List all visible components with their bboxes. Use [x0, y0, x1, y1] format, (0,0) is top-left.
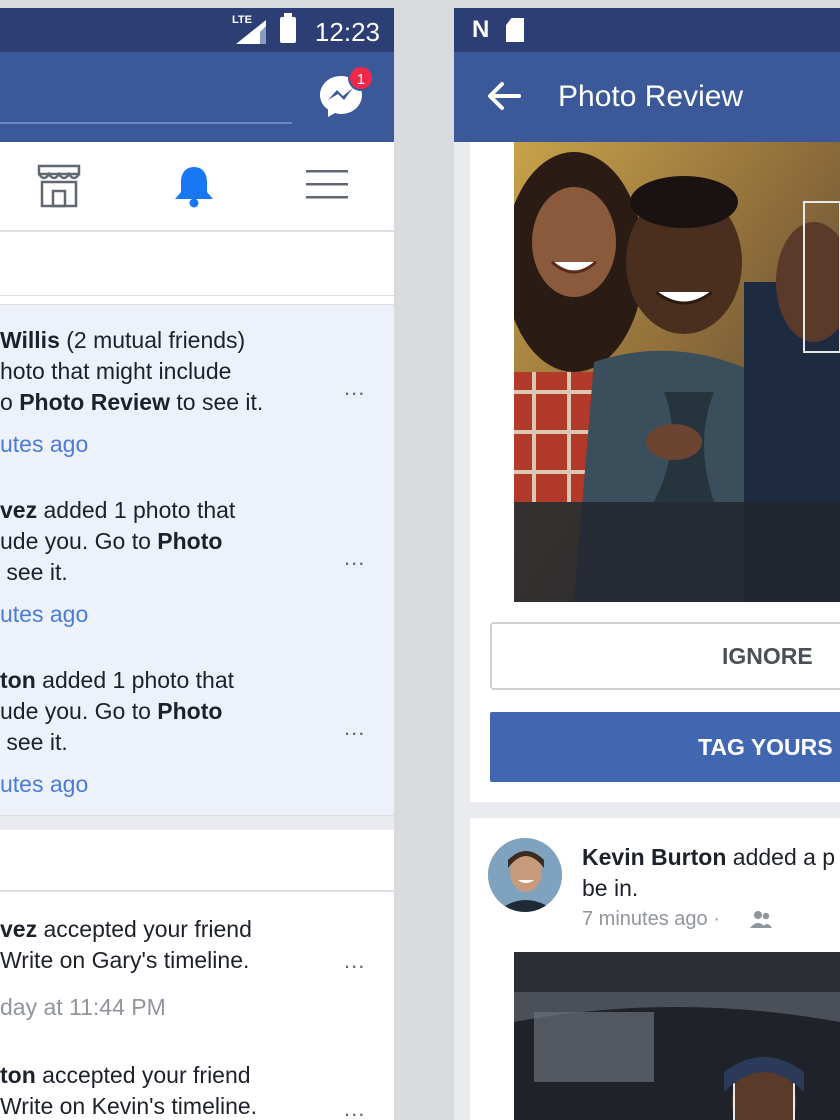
- notification-text: ude you. Go to Photo: [0, 698, 223, 724]
- menu-icon[interactable]: [306, 164, 348, 204]
- notification-time: utes ago: [0, 431, 89, 457]
- group-photo-image: [514, 142, 840, 602]
- avatar[interactable]: [488, 838, 562, 912]
- photo-review-screen: N Photo Review IGNORE TAG YOURS Kevin Bu…: [454, 8, 840, 1120]
- post-photo[interactable]: [514, 952, 840, 1120]
- more-options-icon[interactable]: ...: [344, 545, 365, 571]
- marketplace-icon[interactable]: [36, 164, 82, 208]
- unread-notifications: Willis (2 mutual friends) hoto that migh…: [0, 304, 394, 816]
- page-title: Photo Review: [558, 80, 744, 113]
- signal-icon: [236, 20, 266, 44]
- app-bar: Photo Review: [454, 52, 840, 142]
- tag-yourself-button[interactable]: TAG YOURS: [490, 712, 840, 782]
- status-bar: N: [454, 8, 840, 52]
- earlier-notifications: vez accepted your friend Write on Gary's…: [0, 830, 394, 1120]
- tagged-photo[interactable]: [514, 142, 840, 602]
- notification-text: ude you. Go to Photo: [0, 528, 223, 554]
- photo-review-card: IGNORE TAG YOURS: [470, 142, 840, 802]
- notification-text: vez accepted your friend: [0, 916, 252, 942]
- notification-text: see it.: [0, 729, 68, 755]
- bell-icon[interactable]: [172, 164, 216, 208]
- post-time: 7 minutes ago ·: [582, 908, 720, 930]
- battery-icon: [280, 13, 296, 43]
- notification-item[interactable]: vez accepted your friend Write on Gary's…: [0, 892, 394, 1032]
- notification-text: ton accepted your friend: [0, 1062, 251, 1088]
- notification-time: day at 11:44 PM: [0, 994, 166, 1020]
- more-options-icon[interactable]: ...: [344, 375, 365, 401]
- status-time: 12:23: [314, 17, 380, 47]
- status-bar: LTE 12:23: [0, 8, 394, 52]
- more-options-icon[interactable]: ...: [344, 715, 365, 741]
- app-bar: 1: [0, 52, 394, 142]
- notification-time: utes ago: [0, 771, 89, 797]
- notification-item[interactable]: Willis (2 mutual friends) hoto that migh…: [0, 305, 394, 475]
- notification-text: vez added 1 photo that: [0, 497, 236, 523]
- notification-text: ton added 1 photo that: [0, 667, 234, 693]
- notification-item[interactable]: vez added 1 photo that ude you. Go to Ph…: [0, 475, 394, 645]
- section-header: [0, 232, 394, 296]
- messenger-badge: 1: [348, 65, 374, 91]
- tab-bar: [0, 142, 394, 232]
- back-arrow-icon[interactable]: [486, 78, 522, 114]
- ignore-button[interactable]: IGNORE: [490, 622, 840, 690]
- notification-text: see it.: [0, 559, 68, 585]
- notification-text: o Photo Review to see it.: [0, 389, 264, 415]
- search-field[interactable]: [0, 122, 292, 124]
- more-options-icon[interactable]: ...: [344, 1096, 365, 1120]
- post-card: Kevin Burton added a p be in. 7 minutes …: [470, 818, 840, 1120]
- notification-text: Willis (2 mutual friends): [0, 327, 246, 353]
- friends-icon: [750, 911, 772, 928]
- more-options-icon[interactable]: ...: [344, 948, 365, 974]
- notifications-screen: LTE 12:23 1 Willis (2 mutual friends) ho…: [0, 8, 394, 1120]
- notification-text: hoto that might include: [0, 358, 232, 384]
- notification-text: Write on Gary's timeline.: [0, 947, 250, 973]
- notification-time: utes ago: [0, 601, 89, 627]
- section-divider: [0, 816, 394, 830]
- car-photo-image: [514, 952, 840, 1120]
- notification-text: Write on Kevin's timeline.: [0, 1093, 258, 1119]
- notification-item[interactable]: ton accepted your friend Write on Kevin'…: [0, 1040, 394, 1120]
- notification-item[interactable]: ton added 1 photo that ude you. Go to Ph…: [0, 645, 394, 815]
- avatar-image: [488, 838, 562, 912]
- sd-card-icon: [506, 18, 524, 42]
- post-text: Kevin Burton added a p be in.: [582, 844, 836, 901]
- nfc-icon: N: [472, 16, 490, 43]
